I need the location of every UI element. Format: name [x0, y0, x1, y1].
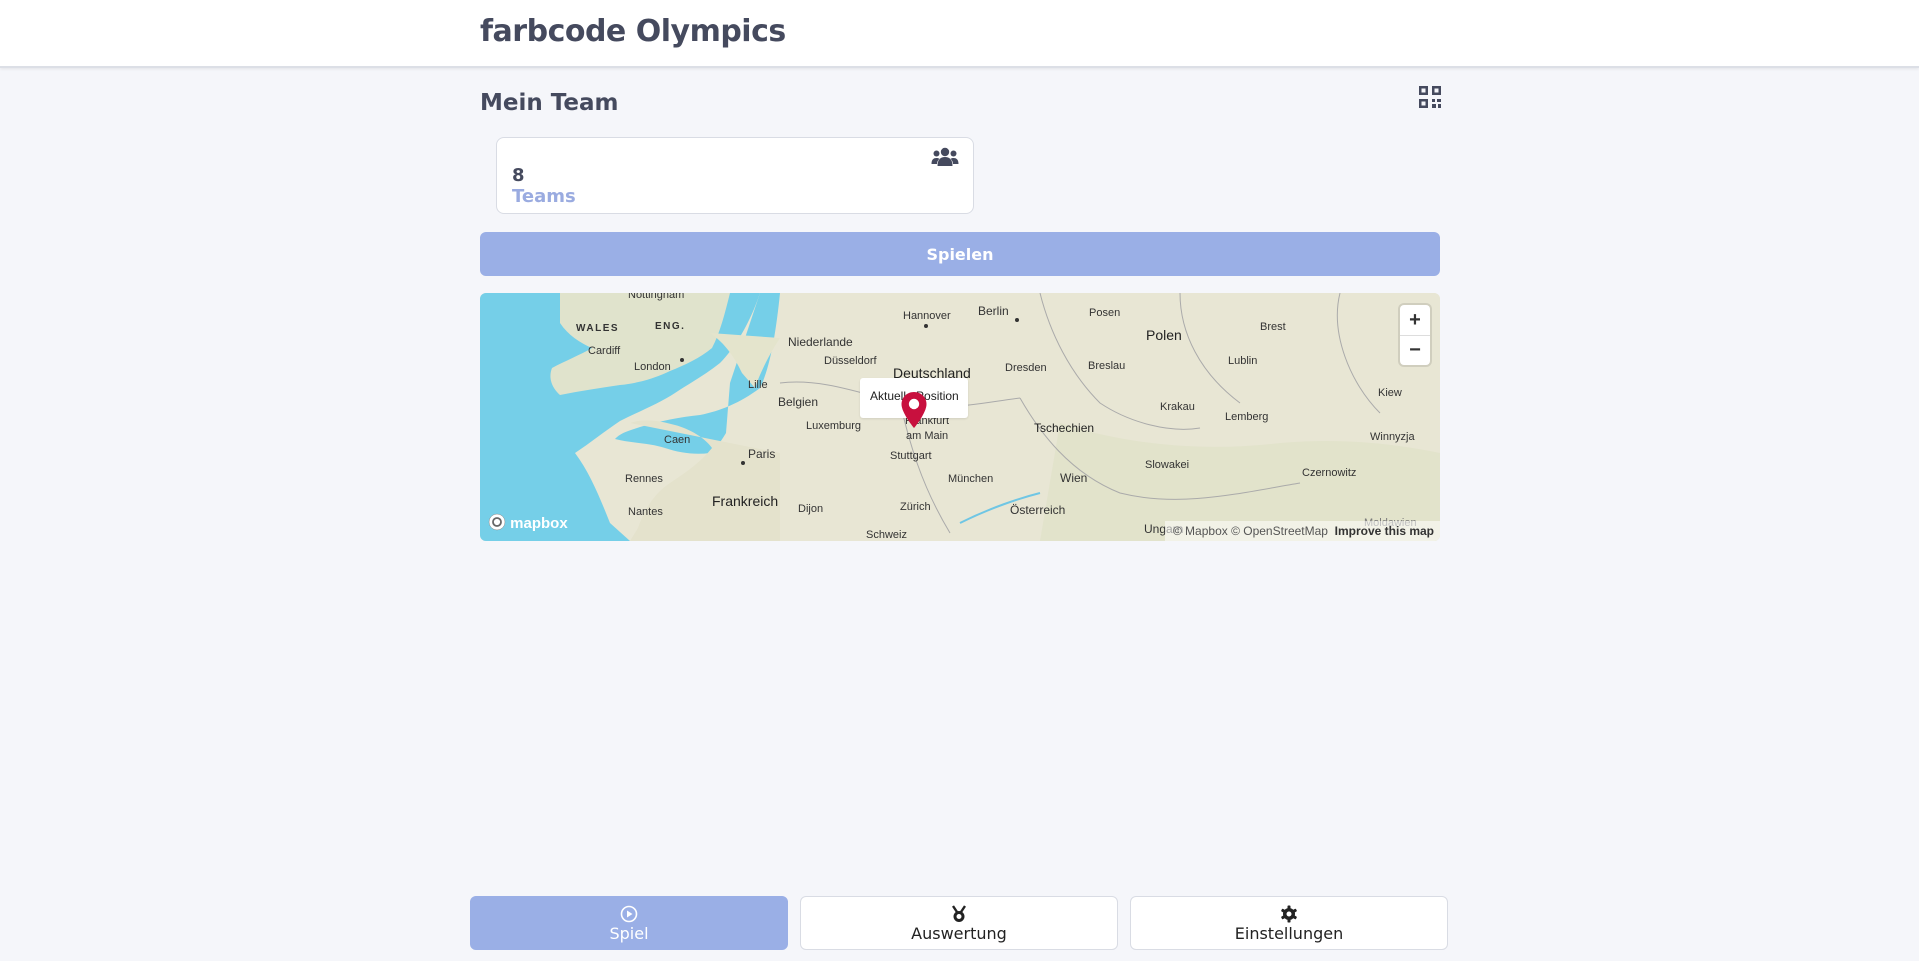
- mapbox-icon: [488, 513, 506, 531]
- place-label: Österreich: [1010, 503, 1066, 517]
- place-label: Breslau: [1088, 360, 1126, 372]
- city-dot: [680, 358, 684, 362]
- place-label: Wien: [1060, 471, 1088, 485]
- place-label: Stuttgart: [890, 450, 932, 462]
- qr-code-icon[interactable]: [1418, 85, 1442, 109]
- city-dot: [1015, 318, 1019, 322]
- place-label: Belgien: [778, 395, 819, 409]
- place-label: Hannover: [903, 310, 951, 322]
- place-label: Dijon: [798, 503, 824, 515]
- place-label: Luxemburg: [806, 420, 862, 432]
- zoom-in-button[interactable]: +: [1400, 305, 1430, 336]
- zoom-controls: + −: [1400, 305, 1430, 365]
- mapbox-logo-text: mapbox: [510, 515, 568, 532]
- place-label: Brest: [1260, 321, 1286, 333]
- place-label: Czernowitz: [1302, 467, 1357, 479]
- zoom-out-button[interactable]: −: [1400, 335, 1430, 365]
- place-label: Paris: [748, 447, 776, 461]
- medal-icon: [952, 905, 966, 922]
- place-label: Dresden: [1005, 362, 1047, 374]
- nav-einstellungen[interactable]: Einstellungen: [1130, 896, 1448, 950]
- place-label: Cardiff: [588, 345, 621, 357]
- mapbox-logo[interactable]: mapbox: [488, 513, 568, 532]
- place-label: Caen: [664, 434, 691, 446]
- play-circle-icon: [620, 905, 638, 923]
- place-label: WALES: [576, 323, 620, 334]
- page-title: Mein Team: [480, 90, 619, 116]
- map[interactable]: Nottingham WALES ENG. Cardiff London Nie…: [480, 293, 1440, 541]
- place-label: Frankreich: [712, 493, 779, 509]
- place-label: Lille: [748, 379, 768, 391]
- place-label: Nottingham: [628, 293, 685, 301]
- city-dot: [741, 461, 745, 465]
- city-dot: [924, 324, 928, 328]
- improve-map-link[interactable]: Improve this map: [1335, 524, 1434, 538]
- nav-auswertung[interactable]: Auswertung: [800, 896, 1118, 950]
- place-label: Niederlande: [788, 335, 853, 349]
- place-label: Zürich: [900, 501, 931, 513]
- gear-icon: [1281, 905, 1297, 923]
- place-label: Lemberg: [1225, 411, 1269, 423]
- team-count-label: Teams: [512, 186, 576, 207]
- place-label: am Main: [906, 430, 949, 442]
- place-label: Schweiz: [866, 529, 907, 541]
- header: farbcode Olympics: [0, 0, 1919, 68]
- place-label: Polen: [1146, 327, 1182, 343]
- place-label: ENG.: [655, 321, 686, 332]
- place-label: Tschechien: [1034, 421, 1095, 435]
- place-label: London: [634, 361, 671, 373]
- nav-label: Auswertung: [911, 924, 1007, 943]
- place-label: Winnyzja: [1370, 431, 1415, 443]
- nav-label: Einstellungen: [1234, 924, 1344, 943]
- place-label: Berlin: [978, 304, 1009, 318]
- team-count-value: 8: [512, 165, 525, 186]
- nav-spiel[interactable]: Spiel: [470, 896, 788, 950]
- team-count-card: 8 Teams: [496, 137, 974, 214]
- place-label: Lublin: [1228, 355, 1258, 367]
- attribution-text[interactable]: © Mapbox © OpenStreetMap: [1173, 524, 1328, 538]
- play-button[interactable]: Spielen: [480, 232, 1440, 276]
- location-pin-icon[interactable]: [900, 391, 928, 429]
- place-label: Nantes: [628, 506, 663, 518]
- place-label: Rennes: [625, 473, 663, 485]
- place-label: München: [948, 473, 994, 485]
- users-icon: [931, 147, 959, 166]
- bottom-nav: Spiel Auswertung Einstellungen: [470, 896, 1450, 952]
- map-attribution: © Mapbox © OpenStreetMap Improve this ma…: [1164, 521, 1440, 541]
- nav-label: Spiel: [609, 924, 649, 943]
- place-label: Kiew: [1378, 387, 1402, 399]
- place-label: Posen: [1089, 307, 1121, 319]
- app-title: farbcode Olympics: [480, 14, 786, 49]
- place-label: Krakau: [1160, 401, 1195, 413]
- place-label: Düsseldorf: [824, 355, 877, 367]
- place-label: Slowakei: [1145, 459, 1190, 471]
